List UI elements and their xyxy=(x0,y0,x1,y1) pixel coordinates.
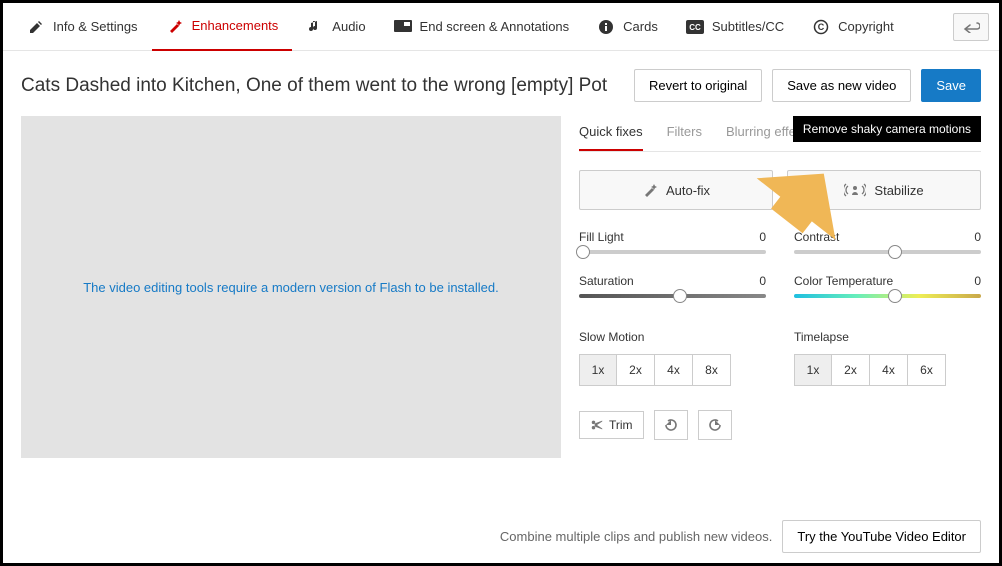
time-6x[interactable]: 6x xyxy=(908,354,946,386)
footer-text: Combine multiple clips and publish new v… xyxy=(500,529,772,544)
trim-button[interactable]: Trim xyxy=(579,411,644,439)
sliders-row-2: Saturation 0 Color Temperature 0 xyxy=(579,274,981,298)
video-preview: The video editing tools require a modern… xyxy=(21,116,561,458)
subtab-filters[interactable]: Filters xyxy=(667,116,702,151)
slider-track[interactable] xyxy=(794,294,981,298)
tab-cards[interactable]: Cards xyxy=(583,3,672,51)
magic-wand-icon xyxy=(642,182,658,198)
footer: Combine multiple clips and publish new v… xyxy=(500,520,981,553)
button-label: Stabilize xyxy=(874,183,923,198)
pencil-icon xyxy=(27,18,45,36)
speed-row: Slow Motion 1x 2x 4x 8x Timelapse 1x 2x … xyxy=(579,330,981,386)
button-label: Trim xyxy=(609,418,633,432)
rotate-cw-icon xyxy=(663,417,679,433)
svg-text:C: C xyxy=(818,22,825,32)
slider-label: Saturation xyxy=(579,274,634,288)
stabilize-tooltip: Remove shaky camera motions xyxy=(793,116,981,142)
slow-8x[interactable]: 8x xyxy=(693,354,731,386)
subtab-quick-fixes[interactable]: Quick fixes xyxy=(579,116,643,151)
save-as-button[interactable]: Save as new video xyxy=(772,69,911,102)
copyright-icon: C xyxy=(812,18,830,36)
contrast-slider: Contrast 0 xyxy=(794,230,981,254)
slider-track[interactable] xyxy=(579,294,766,298)
slow-4x[interactable]: 4x xyxy=(655,354,693,386)
sliders-row-1: Fill Light 0 Contrast 0 xyxy=(579,230,981,254)
group-label: Timelapse xyxy=(794,330,981,344)
tab-label: Subtitles/CC xyxy=(712,19,784,34)
time-4x[interactable]: 4x xyxy=(870,354,908,386)
main-content: The video editing tools require a modern… xyxy=(3,116,999,458)
tab-copyright[interactable]: C Copyright xyxy=(798,3,908,51)
scissors-icon xyxy=(590,418,604,432)
endscreen-icon xyxy=(394,18,412,36)
tab-info-settings[interactable]: Info & Settings xyxy=(13,3,152,51)
tab-label: Info & Settings xyxy=(53,19,138,34)
slow-2x[interactable]: 2x xyxy=(617,354,655,386)
slider-value: 0 xyxy=(759,230,766,244)
back-arrow-icon xyxy=(962,21,980,33)
slider-thumb[interactable] xyxy=(888,289,902,303)
time-2x[interactable]: 2x xyxy=(832,354,870,386)
slow-1x[interactable]: 1x xyxy=(579,354,617,386)
slider-track[interactable] xyxy=(794,250,981,254)
back-button[interactable] xyxy=(953,13,989,41)
video-editor-button[interactable]: Try the YouTube Video Editor xyxy=(782,520,981,553)
top-nav: Info & Settings Enhancements Audio End s… xyxy=(3,3,999,51)
tab-label: Audio xyxy=(332,19,365,34)
saturation-slider: Saturation 0 xyxy=(579,274,766,298)
slider-label: Color Temperature xyxy=(794,274,893,288)
slider-thumb[interactable] xyxy=(888,245,902,259)
rotate-cw-button[interactable] xyxy=(654,410,688,440)
group-label: Slow Motion xyxy=(579,330,766,344)
slider-value: 0 xyxy=(974,230,981,244)
tab-label: Enhancements xyxy=(192,18,279,33)
tab-label: Copyright xyxy=(838,19,894,34)
info-icon xyxy=(597,18,615,36)
title-row: Cats Dashed into Kitchen, One of them we… xyxy=(3,51,999,116)
stabilize-button[interactable]: Stabilize xyxy=(787,170,981,210)
slider-label: Fill Light xyxy=(579,230,624,244)
flash-message: The video editing tools require a modern… xyxy=(83,280,499,295)
video-title: Cats Dashed into Kitchen, One of them we… xyxy=(21,75,624,97)
trim-row: Trim xyxy=(579,410,981,440)
rotate-ccw-icon xyxy=(707,417,723,433)
timelapse-group: Timelapse 1x 2x 4x 6x xyxy=(794,330,981,386)
svg-text:CC: CC xyxy=(689,23,701,32)
controls-panel: Remove shaky camera motions Quick fixes … xyxy=(579,116,981,458)
slider-thumb[interactable] xyxy=(673,289,687,303)
slider-track[interactable] xyxy=(579,250,766,254)
slider-value: 0 xyxy=(974,274,981,288)
slow-motion-group: Slow Motion 1x 2x 4x 8x xyxy=(579,330,766,386)
fill-light-slider: Fill Light 0 xyxy=(579,230,766,254)
tab-label: End screen & Annotations xyxy=(420,19,570,34)
tab-label: Cards xyxy=(623,19,658,34)
color-temp-slider: Color Temperature 0 xyxy=(794,274,981,298)
tab-subtitles[interactable]: CC Subtitles/CC xyxy=(672,3,798,51)
tab-enhancements[interactable]: Enhancements xyxy=(152,3,293,51)
magic-wand-icon xyxy=(166,17,184,35)
revert-button[interactable]: Revert to original xyxy=(634,69,762,102)
rotate-ccw-button[interactable] xyxy=(698,410,732,440)
big-buttons: Auto-fix Stabilize xyxy=(579,170,981,210)
button-label: Auto-fix xyxy=(666,183,710,198)
slider-value: 0 xyxy=(759,274,766,288)
cc-icon: CC xyxy=(686,18,704,36)
slider-label: Contrast xyxy=(794,230,839,244)
tab-endscreen[interactable]: End screen & Annotations xyxy=(380,3,584,51)
stabilize-icon xyxy=(844,182,866,198)
slider-thumb[interactable] xyxy=(576,245,590,259)
auto-fix-button[interactable]: Auto-fix xyxy=(579,170,773,210)
save-button[interactable]: Save xyxy=(921,69,981,102)
tab-audio[interactable]: Audio xyxy=(292,3,379,51)
music-note-icon xyxy=(306,18,324,36)
time-1x[interactable]: 1x xyxy=(794,354,832,386)
